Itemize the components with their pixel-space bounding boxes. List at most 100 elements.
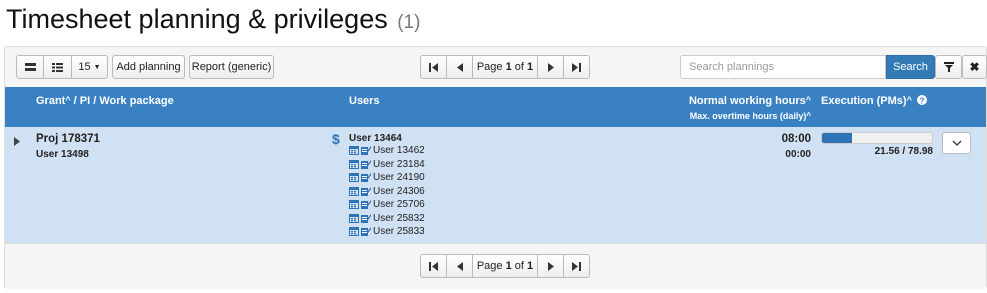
planning-panel: 15 ▼ Add planning Report (generic) Page …	[4, 46, 987, 289]
first-page-button[interactable]	[420, 55, 447, 79]
calendar-icon[interactable]	[349, 213, 359, 223]
row-actions-dropdown[interactable]	[942, 132, 971, 154]
calendar-icon[interactable]	[349, 146, 359, 156]
sub-user-name: User 24190	[373, 172, 425, 184]
list-item: User 25833	[349, 225, 425, 239]
caret-down-icon: ▼	[93, 63, 101, 71]
normal-hours-value: 08:00	[781, 133, 811, 145]
expand-row-icon[interactable]	[14, 137, 20, 146]
execution-column-header[interactable]: Execution (PMs)^ ?	[821, 95, 927, 107]
list-view-icon	[24, 62, 36, 71]
edit-list-icon[interactable]	[361, 159, 371, 169]
page-sep: of	[514, 260, 524, 272]
overtime-column-header[interactable]: Max. overtime hours (daily)^	[690, 111, 811, 121]
overtime-hours-value: 00:00	[785, 149, 811, 160]
edit-list-icon[interactable]	[361, 213, 371, 223]
record-count: (1)	[397, 12, 421, 33]
last-page-icon	[572, 261, 581, 271]
sub-user-name: User 25706	[373, 199, 425, 211]
current-page: 1	[505, 260, 512, 272]
sort-caret-icon: ^	[805, 95, 811, 105]
list-item: User 23184	[349, 158, 425, 172]
sub-user-name: User 24306	[373, 185, 425, 197]
page-prefix: Page	[476, 260, 503, 272]
calendar-icon[interactable]	[349, 173, 359, 183]
first-page-icon	[429, 261, 438, 271]
total-pages: 1	[527, 61, 534, 73]
current-page: 1	[505, 61, 512, 73]
add-planning-button[interactable]: Add planning	[112, 55, 185, 79]
grant-column-header[interactable]: Grant^ / PI / Work package	[36, 95, 174, 107]
edit-list-icon[interactable]	[361, 200, 371, 210]
clear-filter-button[interactable]: ✖	[962, 55, 987, 79]
pi-name: User 13498	[36, 149, 89, 160]
overtime-label: Max. overtime hours (daily)	[689, 111, 807, 121]
total-pages: 1	[527, 260, 534, 272]
execution-label: Execution (PMs)	[821, 95, 907, 107]
sub-user-name: User 25833	[373, 226, 425, 238]
prev-page-button[interactable]	[446, 55, 473, 79]
table-row[interactable]: Proj 178371 User 13498 $ User 13464 User…	[5, 127, 986, 243]
page-sep: of	[514, 61, 524, 73]
close-icon: ✖	[969, 60, 980, 74]
detail-list-icon	[52, 62, 63, 72]
svg-text:?: ?	[919, 96, 924, 105]
sort-caret-icon: ^	[906, 95, 912, 105]
search-input[interactable]	[680, 55, 886, 79]
last-page-button[interactable]	[563, 254, 590, 278]
first-page-button[interactable]	[420, 254, 447, 278]
execution-progress-bar	[821, 132, 933, 144]
prev-page-icon	[456, 62, 463, 72]
sub-user-name: User 13462	[373, 145, 425, 157]
page-size-value: 15	[78, 61, 91, 73]
filter-icon	[943, 62, 954, 72]
help-icon[interactable]: ?	[916, 95, 927, 105]
prev-page-icon	[456, 261, 463, 271]
calendar-icon[interactable]	[349, 186, 359, 196]
toolbar: 15 ▼ Add planning Report (generic) Page …	[5, 47, 987, 87]
calendar-icon[interactable]	[349, 200, 359, 210]
chevron-down-icon	[952, 140, 961, 146]
next-page-button[interactable]	[537, 55, 564, 79]
project-name[interactable]: Proj 178371	[36, 133, 100, 145]
sub-user-name: User 25832	[373, 212, 425, 224]
calendar-icon[interactable]	[349, 159, 359, 169]
first-page-icon	[429, 62, 438, 72]
grant-header-label: Grant	[36, 95, 66, 107]
sub-user-name: User 23184	[373, 158, 425, 170]
page-title: Timesheet planning & privileges (1)	[6, 4, 420, 35]
list-view-button[interactable]	[16, 55, 44, 79]
edit-list-icon[interactable]	[361, 173, 371, 183]
edit-list-icon[interactable]	[361, 146, 371, 156]
next-page-icon	[547, 261, 554, 271]
main-user: User 13464	[349, 133, 402, 144]
report-generic-button[interactable]: Report (generic)	[189, 55, 274, 79]
detail-view-button[interactable]	[43, 55, 72, 79]
execution-progress-fill	[822, 133, 853, 143]
filter-button[interactable]	[935, 55, 962, 79]
users-column-header[interactable]: Users	[349, 95, 380, 107]
normal-hours-label: Normal working hours	[688, 95, 806, 107]
edit-list-icon[interactable]	[361, 227, 371, 237]
last-page-icon	[572, 62, 581, 72]
next-page-icon	[547, 62, 554, 72]
calendar-icon[interactable]	[349, 227, 359, 237]
list-item: User 13462	[349, 144, 425, 158]
footer-pager: Page 1 of 1	[5, 243, 986, 289]
list-item: User 25706	[349, 198, 425, 212]
page-indicator: Page 1 of 1	[472, 55, 538, 79]
normal-hours-column-header[interactable]: Normal working hours^	[689, 95, 811, 107]
list-item: User 24306	[349, 185, 425, 199]
sub-user-list: User 13462 User 23184 User 24190 User 24…	[349, 144, 425, 239]
next-page-button[interactable]	[537, 254, 564, 278]
page-size-dropdown[interactable]: 15 ▼	[71, 55, 108, 79]
table-header: Grant^ / PI / Work package Users Normal …	[5, 87, 986, 127]
page-title-text: Timesheet planning & privileges	[6, 4, 388, 34]
search-button[interactable]: Search	[886, 55, 935, 79]
last-page-button[interactable]	[563, 55, 590, 79]
execution-value: 21.56 / 78.98	[874, 146, 933, 157]
list-item: User 25832	[349, 212, 425, 226]
dollar-icon[interactable]: $	[332, 131, 340, 147]
prev-page-button[interactable]	[446, 254, 473, 278]
edit-list-icon[interactable]	[361, 186, 371, 196]
